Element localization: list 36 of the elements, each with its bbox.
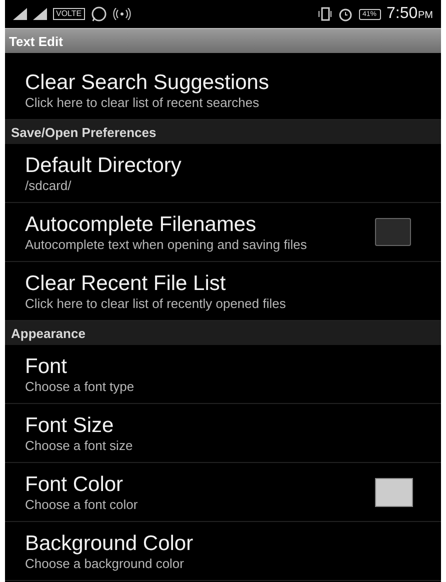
preference-summary: /sdcard/	[25, 179, 72, 193]
app-title-bar: Text Edit	[5, 28, 441, 53]
signal-icon	[13, 8, 27, 20]
preference-summary: Click here to clear list of recently opened files	[25, 297, 287, 311]
color-swatch[interactable]	[375, 478, 413, 506]
preference-title: Clear Recent File List	[25, 271, 227, 297]
volte-label: VOLTE	[53, 8, 85, 20]
preference-item[interactable]: Font Choose a font type	[5, 345, 441, 404]
clock-meridiem: PM	[418, 10, 433, 21]
clock-time: 7:50	[386, 5, 418, 22]
preference-summary: Choose a font size	[25, 439, 134, 453]
preference-title: Font	[25, 354, 68, 380]
section-header: Save/Open Preferences	[5, 120, 441, 144]
preference-item[interactable]: Font Size Choose a font size	[5, 404, 441, 463]
preference-item[interactable]: Default Directory /sdcard/	[5, 144, 441, 203]
vibrate-icon	[318, 7, 332, 21]
preference-summary: Click here to clear list of recent searches	[25, 96, 260, 110]
chat-icon	[90, 6, 107, 22]
preference-item[interactable]: Font Color Choose a font color	[5, 463, 441, 522]
preference-item[interactable]: Autocomplete Filenames Autocomplete text when opening and saving files	[5, 203, 441, 262]
alarm-icon	[338, 6, 352, 22]
preference-title: Default Directory	[25, 153, 182, 179]
preference-title: Autocomplete Filenames	[25, 212, 258, 238]
preference-summary: Autocomplete text when opening and saving files	[25, 238, 308, 252]
checkbox[interactable]	[375, 218, 411, 246]
preference-title: Background Color	[25, 531, 194, 557]
preference-item[interactable]: Background Color Choose a background color	[5, 522, 441, 581]
preference-title: Font Size	[25, 413, 115, 439]
preference-title: Clear Search Suggestions	[25, 70, 270, 96]
preference-summary: Choose a font color	[25, 498, 139, 512]
preference-summary: Choose a background color	[25, 557, 185, 571]
signal-icon	[33, 8, 47, 20]
preference-summary: Choose a font type	[25, 380, 136, 394]
preference-title: Font Color	[25, 472, 124, 498]
hotspot-icon	[112, 8, 131, 20]
section-header: Appearance	[5, 321, 441, 345]
